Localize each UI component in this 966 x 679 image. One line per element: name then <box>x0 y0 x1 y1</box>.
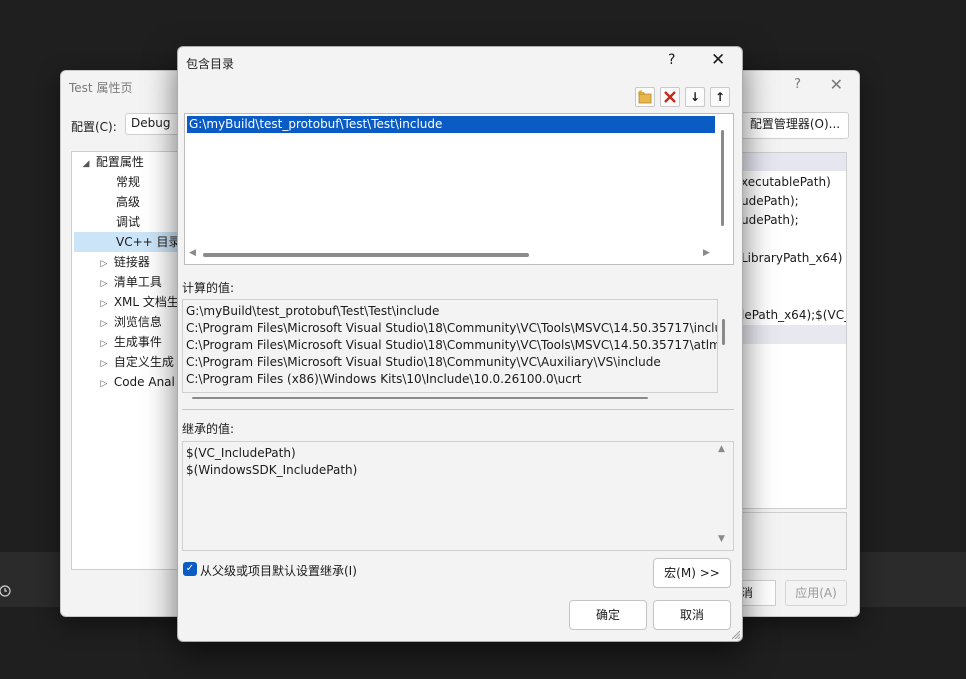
evaluated-horizontal-scrollbar[interactable] <box>192 397 648 399</box>
evaluated-value-line: C:\Program Files\Microsoft Visual Studio… <box>186 338 718 352</box>
configuration-label: 配置(C): <box>71 120 117 134</box>
scroll-right-icon[interactable]: ▶ <box>703 248 710 258</box>
property-pages-title: Test 属性页 <box>69 81 133 95</box>
tree-item-xml-doc[interactable]: ▷ XML 文档生 <box>98 292 179 312</box>
include-path-list[interactable]: G:\myBuild\test_protobuf\Test\Test\inclu… <box>184 113 734 265</box>
tree-item-manifest-tool[interactable]: ▷ 清单工具 <box>98 272 162 292</box>
collapsed-arrow-icon: ▷ <box>100 299 108 309</box>
tree-item-advanced[interactable]: 高级 <box>116 192 140 212</box>
tree-item-config-properties[interactable]: ◢ 配置属性 <box>80 152 144 172</box>
horizontal-scrollbar-thumb[interactable] <box>203 253 529 257</box>
macros-button[interactable]: 宏(M) >> <box>653 558 731 588</box>
tree-item-vc-directories[interactable]: VC++ 目录 <box>74 232 182 252</box>
property-value-include[interactable]: udePath); <box>741 192 799 211</box>
tree-item-browse-info[interactable]: ▷ 浏览信息 <box>98 312 162 332</box>
evaluated-value-line: C:\Program Files\Microsoft Visual Studio… <box>186 355 661 369</box>
expand-arrow-icon: ◢ <box>82 159 90 169</box>
new-line-button[interactable] <box>635 87 655 107</box>
tree-item-custom-build[interactable]: ▷ 自定义生成 <box>98 352 174 372</box>
cancel-button[interactable]: 取消 <box>653 600 731 630</box>
tree-item-code-analysis[interactable]: ▷ Code Anal <box>98 372 175 392</box>
collapsed-arrow-icon: ▷ <box>100 259 108 269</box>
scroll-left-icon[interactable]: ◀ <box>189 248 196 258</box>
divider <box>182 409 734 410</box>
dialog-title: 包含目录 <box>186 57 235 71</box>
list-item-selected[interactable]: G:\myBuild\test_protobuf\Test\Test\inclu… <box>187 116 715 133</box>
close-icon[interactable]: ✕ <box>711 50 725 70</box>
help-button[interactable]: ? <box>668 52 675 68</box>
include-directories-dialog: 包含目录 ? ✕ ↓ ↑ G:\myBuild\test_protobuf\Te… <box>177 46 743 642</box>
evaluated-value-line: C:\Program Files\Microsoft Visual Studio… <box>186 321 718 335</box>
vertical-scrollbar-thumb[interactable] <box>721 130 724 226</box>
property-row-highlight <box>741 325 846 344</box>
collapsed-arrow-icon: ▷ <box>100 319 108 329</box>
collapsed-arrow-icon: ▷ <box>100 359 108 369</box>
collapsed-arrow-icon: ▷ <box>100 339 108 349</box>
resize-grip-icon[interactable] <box>732 631 740 639</box>
tree-item-general[interactable]: 常规 <box>116 172 140 192</box>
move-down-button[interactable]: ↓ <box>685 87 705 107</box>
tree-item-linker[interactable]: ▷ 链接器 <box>98 252 150 272</box>
collapsed-arrow-icon: ▷ <box>100 279 108 289</box>
property-value-external-include[interactable]: udePath); <box>741 211 799 230</box>
delete-button[interactable] <box>660 87 680 107</box>
delete-icon <box>664 91 676 103</box>
property-value-executable[interactable]: xecutablePath) <box>741 173 831 192</box>
inherited-value-line: $(VC_IncludePath) <box>186 446 296 460</box>
evaluated-value-line: C:\Program Files (x86)\Windows Kits\10\I… <box>186 372 582 386</box>
help-button[interactable]: ? <box>794 77 801 92</box>
inherited-value-line: $(WindowsSDK_IncludePath) <box>186 463 358 477</box>
evaluated-value-line: G:\myBuild\test_protobuf\Test\Test\inclu… <box>186 304 440 318</box>
property-description-panel <box>741 512 847 570</box>
cancel-button-back[interactable]: 消 <box>741 580 776 606</box>
apply-button[interactable]: 应用(A) <box>785 580 847 606</box>
evaluated-vertical-scrollbar[interactable] <box>722 319 725 345</box>
tree-item-build-events[interactable]: ▷ 生成事件 <box>98 332 162 352</box>
inherited-values-box: $(VC_IncludePath) $(WindowsSDK_IncludePa… <box>182 441 734 551</box>
configuration-manager-button[interactable]: 配置管理器(O)... <box>741 112 849 139</box>
inherited-values-label: 继承的值: <box>182 422 235 436</box>
ok-button[interactable]: 确定 <box>569 600 647 630</box>
configuration-select[interactable]: Debug <box>125 113 181 135</box>
inherit-checkbox[interactable]: ✓ <box>183 562 197 576</box>
scroll-down-icon[interactable]: ▼ <box>718 534 725 544</box>
inherit-checkbox-label[interactable]: 从父级或项目默认设置继承(I) <box>200 562 357 579</box>
collapsed-arrow-icon: ▷ <box>100 379 108 389</box>
new-folder-icon <box>638 90 652 104</box>
evaluated-values-label: 计算的值: <box>182 281 235 295</box>
tree-item-debugging[interactable]: 调试 <box>116 212 140 232</box>
property-grid-header <box>741 153 846 171</box>
close-icon[interactable]: ✕ <box>830 75 843 94</box>
property-value-source[interactable]: lePath_x64);$(VC_I <box>741 306 846 325</box>
clock-icon <box>0 585 11 597</box>
property-grid[interactable]: xecutablePath) udePath); udePath); Libra… <box>741 152 847 509</box>
move-up-button[interactable]: ↑ <box>710 87 730 107</box>
property-tree[interactable]: ◢ 配置属性 常规 高级 调试 VC++ 目录 ▷ 链接器 ▷ 清单工具 ▷ X… <box>71 151 183 570</box>
evaluated-values-box: G:\myBuild\test_protobuf\Test\Test\inclu… <box>182 299 718 393</box>
property-value-library[interactable]: LibraryPath_x64) <box>741 249 842 268</box>
scroll-up-icon[interactable]: ▲ <box>718 444 725 454</box>
